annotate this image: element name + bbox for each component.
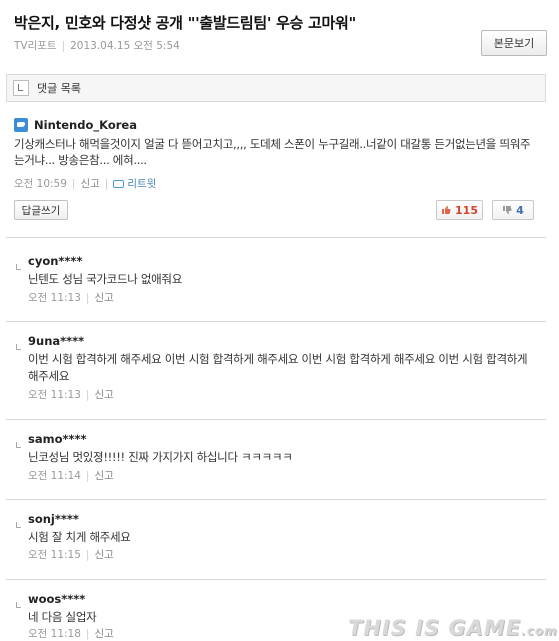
reply-text: 닌텐도 성님 국가코드나 없애줘요: [28, 272, 182, 286]
reply-elbow-icon: [16, 264, 21, 270]
reply-item: cyon**** 닌텐도 성님 국가코드나 없애줘요 오전 11:13 | 신고: [6, 242, 546, 322]
reply-elbow-icon: [16, 442, 21, 448]
reply-time: 오전 11:14: [28, 470, 81, 482]
best-comment: Nintendo_Korea 기상캐스터나 해먹을것이지 얼굴 다 뜯어고치고,…: [6, 110, 546, 238]
reply-elbow-icon: [16, 522, 21, 528]
meta-divider: |: [61, 40, 66, 52]
reply-meta: 오전 11:15 | 신고: [28, 547, 114, 562]
retweet-link[interactable]: 리트윗: [127, 176, 156, 191]
reply-item: samo**** 닌코성님 멋있졍!!!!! 진짜 가지가지 하십니다 ㅋㅋㅋㅋ…: [6, 420, 546, 500]
comment-author-row: Nintendo_Korea: [14, 118, 137, 132]
like-button[interactable]: 115: [436, 200, 483, 220]
reply-meta: 오전 11:14 | 신고: [28, 468, 114, 483]
reply-author: samo****: [28, 432, 87, 446]
comment-list-bar[interactable]: 댓글 목록: [6, 74, 546, 102]
reply-meta: 오전 11:18 | 신고: [28, 626, 114, 641]
report-link[interactable]: 신고: [94, 549, 113, 561]
retweet-icon: [113, 179, 125, 188]
reply-time: 오전 11:13: [28, 292, 81, 304]
twitter-icon: [14, 118, 28, 132]
meta-divider: |: [85, 389, 90, 401]
reply-text: 닌코성님 멋있졍!!!!! 진짜 가지가지 하십니다 ㅋㅋㅋㅋㅋ: [28, 450, 293, 464]
reply-time: 오전 11:13: [28, 389, 81, 401]
meta-divider: |: [85, 628, 90, 640]
reply-text: 시험 잘 치게 해주세요: [28, 530, 131, 544]
reply-author: woos****: [28, 592, 86, 606]
report-link[interactable]: 신고: [80, 176, 99, 191]
reply-item: 9una**** 이번 시험 합격하게 해주세요 이번 시험 합격하게 해주세요…: [6, 322, 546, 420]
meta-divider: |: [85, 470, 90, 482]
article-meta: TV리포트 | 2013.04.15 오전 5:54: [14, 38, 180, 53]
reply-elbow-icon: [16, 344, 21, 350]
comment-list-icon: [13, 80, 29, 96]
reply-text: 이번 시험 합격하게 해주세요 이번 시험 합격하게 해주세요 이번 시험 합격…: [28, 352, 528, 383]
comment-time: 오전 10:59: [14, 178, 67, 190]
comment-author: Nintendo_Korea: [34, 118, 137, 132]
article-header: 박은지, 민호와 다정샷 공개 "'출발드림팀' 우승 고마워" TV리포트 | 2…: [12, 0, 547, 64]
dislike-count: 4: [516, 203, 524, 217]
report-link[interactable]: 신고: [94, 389, 113, 401]
thumbs-down-icon: [503, 206, 512, 214]
comment-list-label: 댓글 목록: [37, 82, 81, 95]
reply-author: sonj****: [28, 512, 79, 526]
reply-author: 9una****: [28, 334, 85, 348]
watermark-suffix: .com: [521, 624, 558, 638]
report-link[interactable]: 신고: [94, 470, 113, 482]
reply-meta: 오전 11:13 | 신고: [28, 387, 114, 402]
article-headline: 박은지, 민호와 다정샷 공개 "'출발드림팀' 우승 고마워": [14, 14, 357, 32]
watermark-text: THIS IS GAME: [348, 616, 522, 640]
meta-divider: |: [104, 177, 109, 190]
report-link[interactable]: 신고: [94, 292, 113, 304]
reply-elbow-icon: [16, 602, 21, 608]
reply-time: 오전 11:15: [28, 549, 81, 561]
reply-time: 오전 11:18: [28, 628, 81, 640]
reply-item: sonj**** 시험 잘 치게 해주세요 오전 11:15 | 신고: [6, 500, 546, 580]
write-reply-button[interactable]: 답글쓰기: [14, 200, 68, 220]
reply-author: cyon****: [28, 254, 83, 268]
view-article-button[interactable]: 본문보기: [481, 30, 547, 56]
report-link[interactable]: 신고: [94, 628, 113, 640]
like-count: 115: [455, 203, 478, 217]
meta-divider: |: [85, 292, 90, 304]
dislike-button[interactable]: 4: [492, 200, 534, 220]
article-datetime: 2013.04.15 오전 5:54: [70, 40, 180, 52]
meta-divider: |: [71, 177, 76, 190]
article-source: TV리포트: [14, 40, 57, 52]
comment-text: 기상캐스터나 해먹을것이지 얼굴 다 뜯어고치고,,,, 도데체 스폰이 누구길…: [14, 137, 531, 167]
thumbs-up-icon: [442, 206, 451, 214]
meta-divider: |: [85, 549, 90, 561]
comment-meta: 오전 10:59 | 신고 | 리트윗: [14, 176, 156, 191]
reply-meta: 오전 11:13 | 신고: [28, 290, 114, 305]
site-watermark: THIS IS GAME.com: [348, 616, 558, 640]
